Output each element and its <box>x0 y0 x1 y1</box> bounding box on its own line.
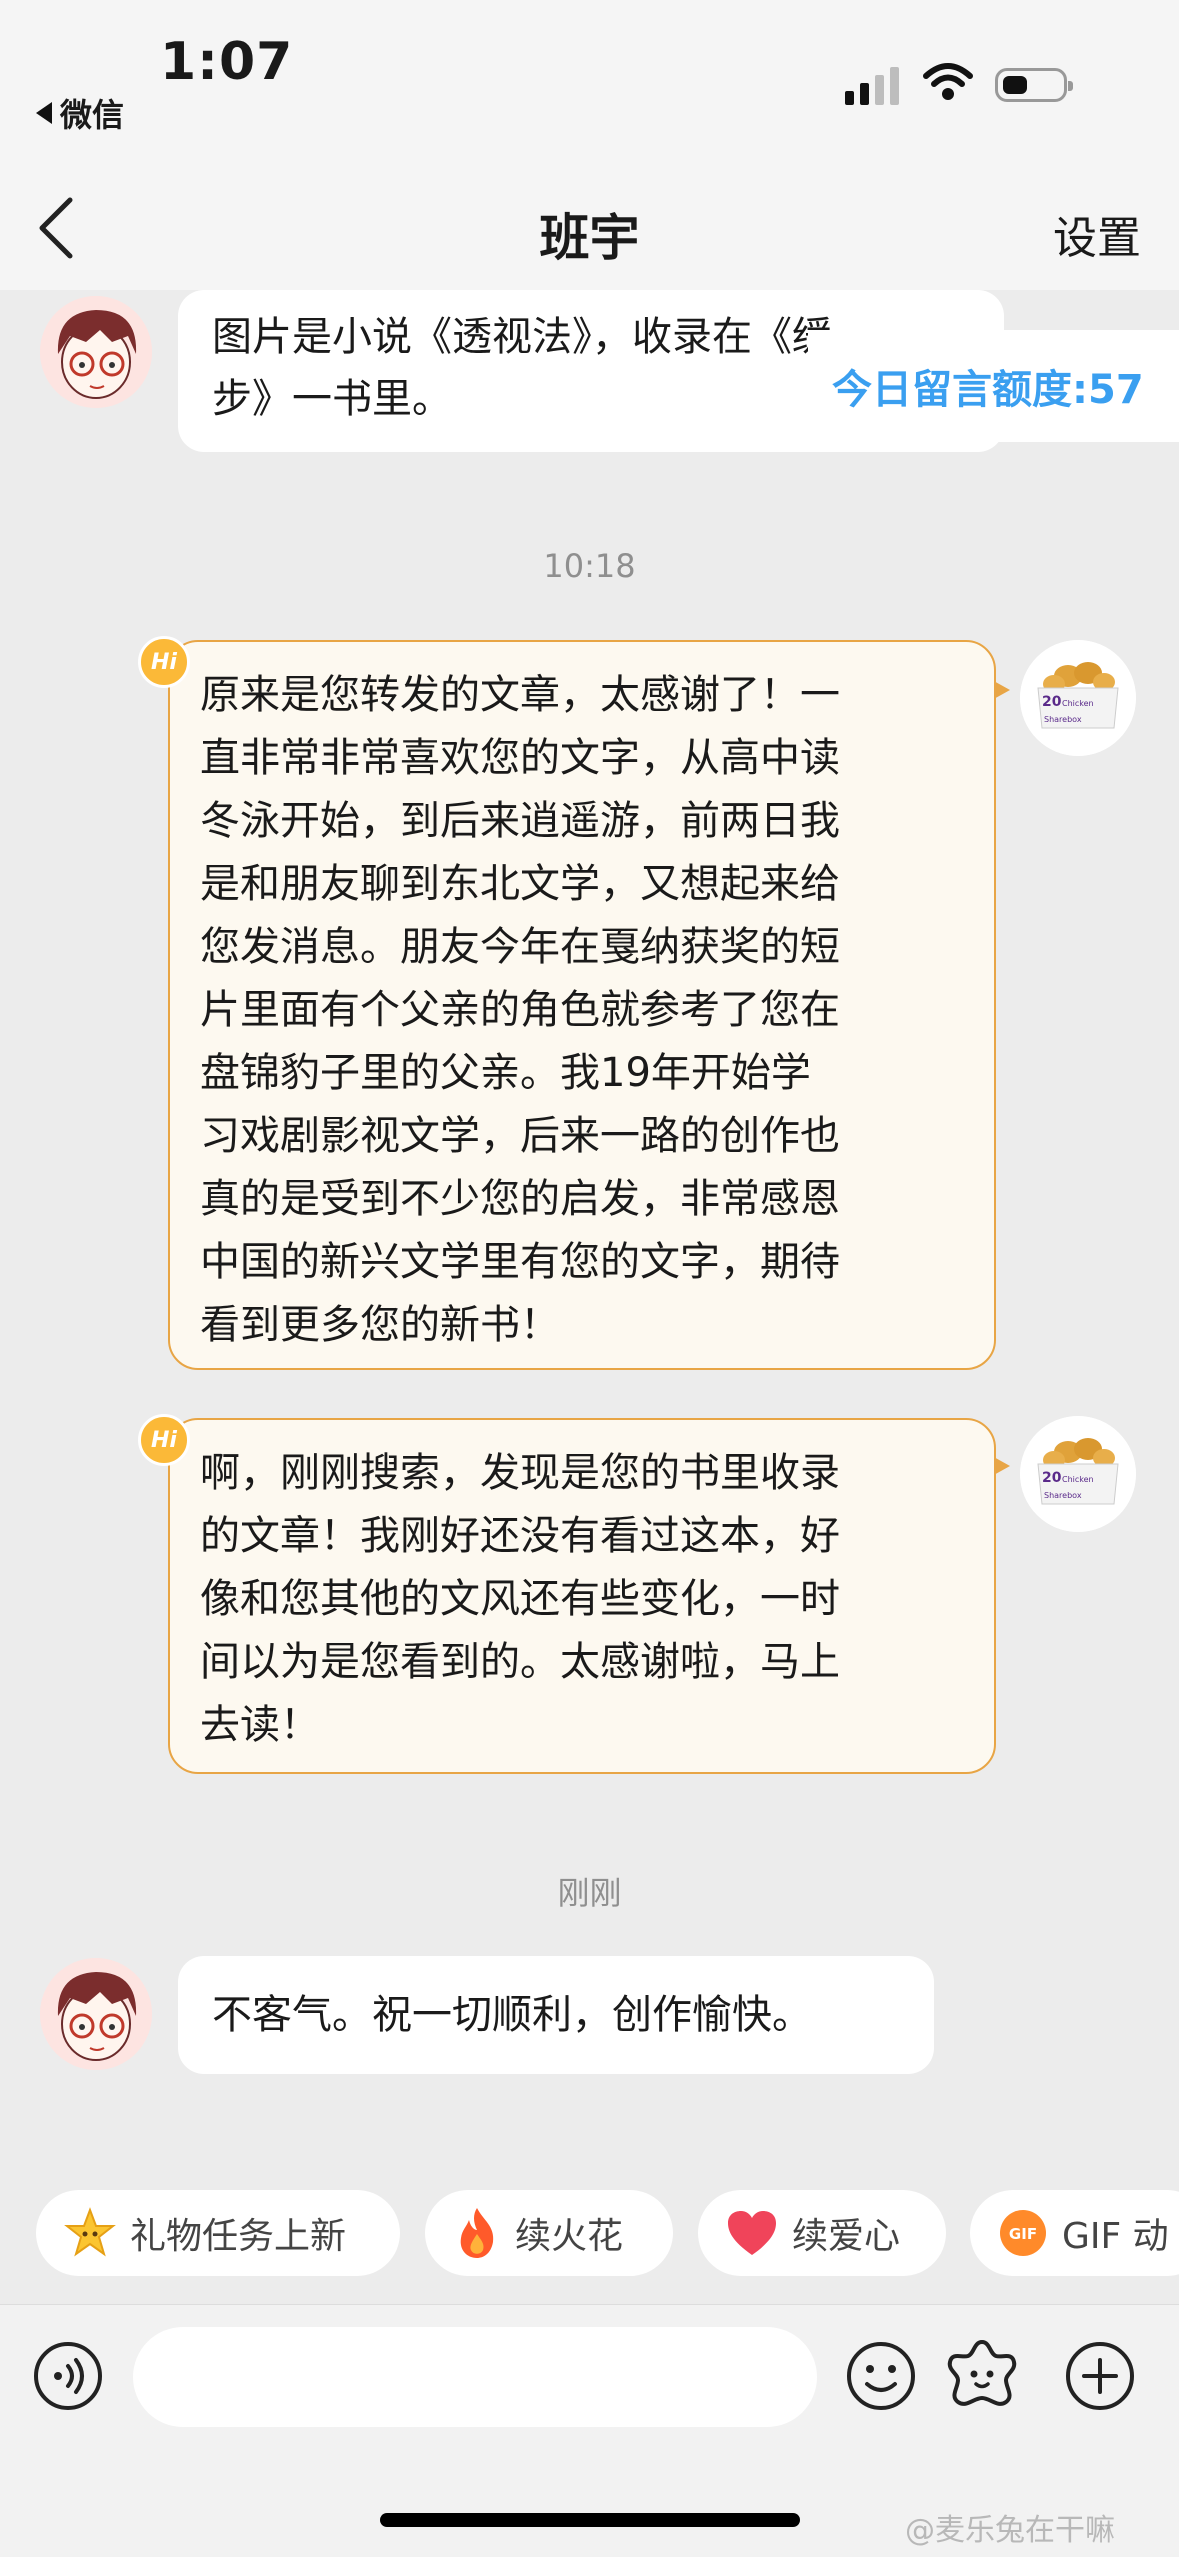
svg-text:Sharebox: Sharebox <box>1044 1491 1082 1500</box>
chip-label: 礼物任务上新 <box>130 2216 347 2257</box>
message-text: 不客气。祝一切顺利，创作愉快。 <box>212 1992 812 2038</box>
message-text-line: 原来是您转发的文章，太感谢了！一 <box>200 672 840 718</box>
quick-action-bar: 礼物任务上新 续火花 续爱心 GIF GIF 动 <box>0 2190 1179 2282</box>
chip-continue-heart[interactable]: 续爱心 <box>698 2190 946 2276</box>
message-text-line: 盘锦豹子里的父亲。我19年开始学 <box>200 1050 811 1096</box>
watermark: @麦乐兔在干嘛 <box>905 2513 1115 2548</box>
add-more-icon[interactable] <box>1062 2338 1138 2414</box>
settings-button[interactable]: 设置 <box>1053 202 1141 266</box>
message-text-line: 片里面有个父亲的角色就参考了您在 <box>200 987 840 1033</box>
svg-text:20: 20 <box>1042 694 1062 710</box>
wifi-icon <box>923 63 973 100</box>
hi-badge-icon: Hi <box>138 636 190 688</box>
cartoon-face-icon <box>40 1958 152 2070</box>
message-text-line: 冬泳开始，到后来逍遥游，前两日我 <box>200 798 840 844</box>
chat-title: 班宇 <box>539 209 640 267</box>
chip-continue-spark[interactable]: 续火花 <box>425 2190 673 2276</box>
chicken-box-icon: 20 Chicken Sharebox <box>1020 640 1136 756</box>
message-text-line: 的文章！我刚好还没有看过这本，好 <box>200 1513 840 1559</box>
chip-label: 续爱心 <box>792 2216 901 2257</box>
heart-icon <box>728 2211 776 2255</box>
emoji-icon[interactable] <box>843 2338 919 2414</box>
message-text-line: 直非常非常喜欢您的文字，从高中读 <box>200 735 840 781</box>
message-text-line: 您发消息。朋友今年在戛纳获奖的短 <box>200 924 840 970</box>
message-text-line: 像和您其他的文风还有些变化，一时 <box>200 1576 840 1622</box>
chip-gift-task[interactable]: 礼物任务上新 <box>36 2190 400 2276</box>
svg-text:Chicken: Chicken <box>1062 1475 1094 1484</box>
chicken-box-icon: 20 Chicken Sharebox <box>1020 1416 1136 1532</box>
back-app-label: 微信 <box>60 96 125 134</box>
chip-label: GIF 动 <box>1062 2216 1169 2257</box>
message-text-line: 中国的新兴文学里有您的文字，期待 <box>200 1239 840 1285</box>
message-text-line: 习戏剧影视文学，后来一路的创作也 <box>200 1113 840 1159</box>
home-indicator[interactable] <box>380 2513 800 2527</box>
hi-badge-icon: Hi <box>138 1414 190 1466</box>
message-text-line: 是和朋友聊到东北文学，又想起来给 <box>200 861 840 907</box>
cartoon-face-icon <box>40 296 152 408</box>
message-text-line: 啊，刚刚搜索，发现是您的书里收录 <box>200 1450 840 1496</box>
svg-text:GIF: GIF <box>1009 2225 1037 2243</box>
sticker-icon[interactable] <box>944 2336 1020 2412</box>
gif-icon: GIF <box>1000 2210 1046 2256</box>
contact-avatar[interactable] <box>40 296 152 408</box>
own-avatar[interactable]: 20 Chicken Sharebox <box>1020 1416 1136 1532</box>
status-time: 1:07 <box>160 32 294 92</box>
message-bubble-outgoing[interactable]: 原来是您转发的文章，太感谢了！一 直非常非常喜欢您的文字，从高中读 冬泳开始，到… <box>168 640 996 1370</box>
message-text-line: 间以为是您看到的。太感谢啦，马上 <box>200 1639 840 1685</box>
fire-icon <box>460 2208 494 2258</box>
svg-text:Sharebox: Sharebox <box>1044 715 1082 724</box>
own-avatar[interactable]: 20 Chicken Sharebox <box>1020 640 1136 756</box>
message-timestamp: 10:18 <box>543 547 636 585</box>
message-text-line: 看到更多您的新书！ <box>200 1302 560 1348</box>
contact-avatar[interactable] <box>40 1958 152 2070</box>
message-text-line: 去读！ <box>200 1702 320 1748</box>
message-bubble-outgoing[interactable]: 啊，刚刚搜索，发现是您的书里收录 的文章！我刚好还没有看过这本，好 像和您其他的… <box>168 1418 996 1774</box>
svg-text:Chicken: Chicken <box>1062 699 1094 708</box>
message-text-line: 真的是受到不少您的启发，非常感恩 <box>200 1176 840 1222</box>
chip-label: 续火花 <box>515 2216 624 2257</box>
message-timestamp: 刚刚 <box>557 1874 622 1912</box>
back-to-app[interactable]: 微信 <box>36 90 124 136</box>
chip-gif[interactable]: GIF GIF 动 <box>970 2190 1179 2276</box>
svg-text:20: 20 <box>1042 1470 1062 1486</box>
star-icon <box>64 2207 116 2257</box>
message-input[interactable] <box>133 2327 817 2427</box>
message-bubble-incoming[interactable]: 不客气。祝一切顺利，创作愉快。 <box>178 1956 934 2074</box>
cellular-signal-icon <box>845 67 899 105</box>
back-triangle-icon <box>36 102 52 124</box>
daily-quota-badge: 今日留言额度:57 <box>808 330 1179 442</box>
battery-icon <box>995 68 1073 102</box>
voice-toggle-icon[interactable] <box>30 2338 106 2414</box>
